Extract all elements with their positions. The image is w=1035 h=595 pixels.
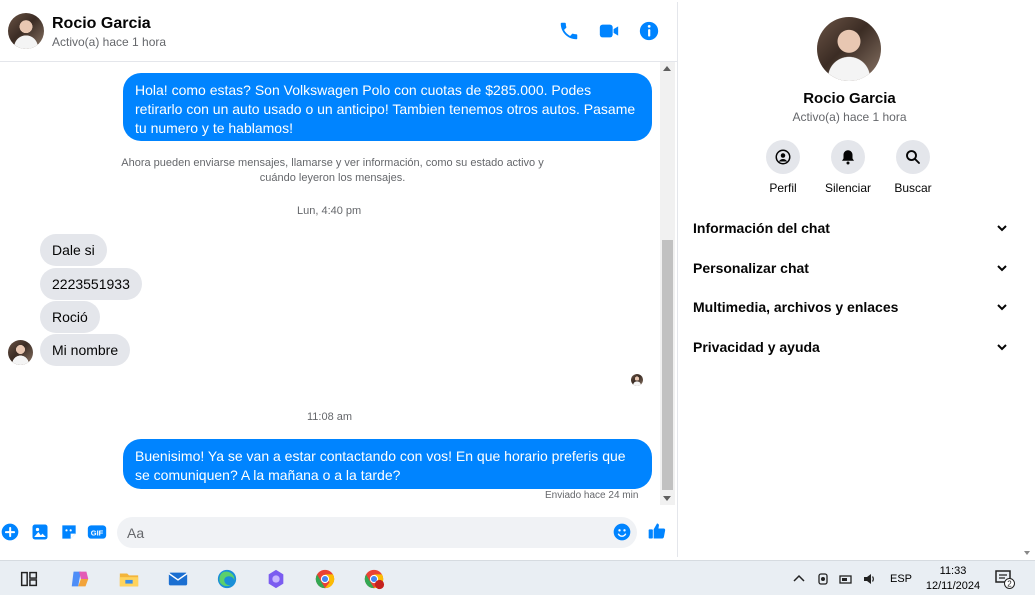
section-label: Multimedia, archivos y enlaces bbox=[693, 299, 899, 315]
phone-icon[interactable] bbox=[558, 20, 580, 42]
composer-bar: GIF bbox=[0, 508, 677, 556]
message-timestamp: 11:08 am bbox=[307, 411, 353, 423]
scroll-up-icon[interactable] bbox=[663, 66, 671, 71]
message-scrollbar[interactable] bbox=[660, 62, 675, 505]
search-button[interactable]: Buscar bbox=[878, 140, 948, 195]
language-indicator[interactable]: ESP bbox=[890, 573, 912, 585]
chevron-up-icon[interactable] bbox=[792, 572, 806, 586]
outgoing-message[interactable]: Hola! como estas? Son Volkswagen Polo co… bbox=[123, 73, 652, 141]
chevron-down-icon bbox=[997, 304, 1007, 311]
copilot-icon[interactable] bbox=[69, 568, 91, 590]
plus-icon[interactable] bbox=[0, 522, 20, 542]
like-icon[interactable] bbox=[647, 521, 667, 541]
chat-header: Rocio Garcia Activo(a) hace 1 hora bbox=[0, 2, 677, 62]
camera-tray-icon[interactable] bbox=[816, 572, 830, 586]
battery-icon[interactable] bbox=[839, 572, 853, 586]
section-media-files-links[interactable]: Multimedia, archivos y enlaces bbox=[693, 292, 1008, 322]
scroll-down-icon[interactable] bbox=[1024, 551, 1030, 555]
seen-receipt-avatar bbox=[631, 374, 643, 386]
message-timestamp: Lun, 4:40 pm bbox=[297, 205, 362, 217]
mute-button[interactable]: Silenciar bbox=[813, 140, 883, 195]
volume-icon[interactable] bbox=[862, 572, 876, 586]
chevron-down-icon bbox=[997, 265, 1007, 272]
page-scrollbar[interactable] bbox=[1020, 2, 1035, 557]
panel-contact-name: Rocio Garcia bbox=[803, 90, 896, 107]
emoji-icon[interactable] bbox=[612, 522, 632, 542]
panel-contact-status: Activo(a) hace 1 hora bbox=[792, 110, 907, 124]
section-chat-info[interactable]: Información del chat bbox=[693, 213, 1008, 243]
contact-name[interactable]: Rocio Garcia bbox=[52, 15, 151, 33]
notification-count: 2 bbox=[1007, 580, 1012, 589]
scrollbar-thumb[interactable] bbox=[662, 240, 673, 490]
sticker-icon[interactable] bbox=[59, 522, 79, 542]
mute-label: Silenciar bbox=[824, 181, 872, 195]
search-icon bbox=[906, 150, 920, 164]
message-input[interactable] bbox=[117, 517, 637, 548]
panel-avatar[interactable] bbox=[817, 17, 881, 81]
contact-status: Activo(a) hace 1 hora bbox=[52, 35, 167, 49]
video-camera-icon[interactable] bbox=[598, 20, 620, 42]
scroll-down-icon[interactable] bbox=[663, 496, 671, 501]
chevron-down-icon bbox=[997, 344, 1007, 351]
gif-icon[interactable]: GIF bbox=[87, 522, 107, 542]
svg-text:GIF: GIF bbox=[91, 528, 104, 537]
info-icon[interactable] bbox=[638, 20, 660, 42]
sent-status: Enviado hace 24 min bbox=[545, 490, 639, 501]
bell-icon bbox=[842, 150, 854, 165]
messenger-window: Rocio Garcia Activo(a) hace 1 hora Hola!… bbox=[0, 0, 1035, 595]
section-label: Personalizar chat bbox=[693, 260, 809, 276]
app-icon[interactable] bbox=[265, 568, 287, 590]
system-clock[interactable]: 11:33 12/11/2024 bbox=[918, 564, 988, 594]
edge-icon[interactable] bbox=[216, 568, 238, 590]
clock-time: 11:33 bbox=[939, 565, 967, 577]
incoming-message[interactable]: Dale si bbox=[40, 234, 107, 266]
chrome-icon[interactable] bbox=[314, 568, 336, 590]
outgoing-message[interactable]: Buenisimo! Ya se van a estar contactando… bbox=[123, 439, 652, 489]
section-label: Información del chat bbox=[693, 220, 830, 236]
notification-icon[interactable]: 2 bbox=[995, 569, 1015, 589]
file-explorer-icon[interactable] bbox=[118, 568, 140, 590]
incoming-message[interactable]: Roció bbox=[40, 301, 100, 333]
profile-label: Perfil bbox=[769, 181, 797, 195]
sender-avatar bbox=[8, 340, 33, 365]
section-label: Privacidad y ayuda bbox=[693, 339, 820, 355]
incoming-message[interactable]: Mi nombre bbox=[40, 334, 131, 366]
search-label: Buscar bbox=[894, 181, 932, 195]
chevron-down-icon bbox=[997, 225, 1007, 232]
profile-button[interactable]: Perfil bbox=[748, 140, 818, 195]
mail-icon[interactable] bbox=[167, 568, 189, 590]
e2e-notice: Ahora pueden enviarse mensajes, llamarse… bbox=[121, 157, 544, 184]
task-view-icon[interactable] bbox=[18, 568, 40, 590]
image-icon[interactable] bbox=[30, 522, 50, 542]
message-list: Hola! como estas? Son Volkswagen Polo co… bbox=[0, 62, 660, 507]
contact-avatar[interactable] bbox=[8, 13, 44, 49]
section-privacy-support[interactable]: Privacidad y ayuda bbox=[693, 332, 1008, 362]
profile-icon bbox=[775, 149, 791, 165]
chrome-profile-icon[interactable] bbox=[363, 568, 385, 590]
clock-date: 12/11/2024 bbox=[925, 580, 981, 592]
incoming-message[interactable]: 2223551933 bbox=[40, 268, 142, 300]
section-customize-chat[interactable]: Personalizar chat bbox=[693, 253, 1008, 283]
conversation-details-panel: Rocio Garcia Activo(a) hace 1 hora Perfi… bbox=[677, 2, 1020, 557]
windows-taskbar: ESP 11:33 12/11/2024 2 bbox=[0, 560, 1035, 595]
